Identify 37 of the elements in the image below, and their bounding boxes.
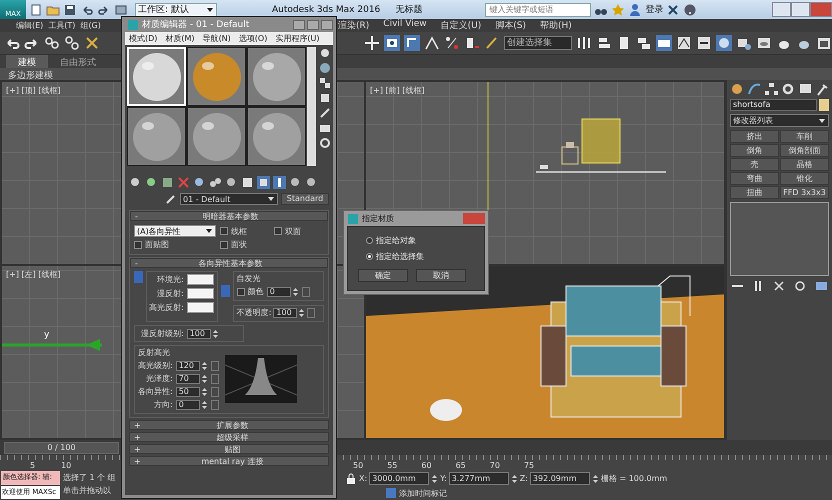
frame-number: 70 — [490, 461, 500, 470]
group-title: 自发光 — [236, 273, 262, 284]
frame-number: 60 — [421, 461, 432, 470]
current-frame-field: 0 / 100 — [4, 442, 119, 454]
window-title: Autodesk 3ds Max 2016 — [272, 4, 380, 14]
axis-label: Z: — [520, 474, 528, 483]
checkbox-label: 线框 — [231, 226, 247, 236]
color-label: 漫反射: — [157, 288, 184, 299]
field-label: 方向: — [154, 399, 173, 410]
checkbox-label: 面状 — [231, 239, 247, 250]
prompt-text: 单击并拖动以 — [63, 485, 112, 496]
frame-number: 55 — [387, 461, 398, 470]
group-title: 反射高光 — [138, 347, 171, 358]
field-label: 高光级别: — [138, 360, 173, 371]
radio-label: 指定给对象 — [376, 235, 416, 246]
color-label: 高光反射: — [149, 302, 184, 313]
checkbox-label: 双面 — [285, 226, 301, 236]
field-label: 各向异性: — [138, 386, 173, 397]
checkbox-label: 颜色 — [248, 286, 264, 297]
field-label: 不透明度: — [236, 307, 272, 318]
window-title: 材质编辑器 - 01 - Default — [142, 18, 250, 31]
grid-size: 栅格 = 100.0mm — [600, 473, 668, 484]
color-label: 环境光: — [157, 274, 184, 285]
radio-label: 指定给选择集 — [376, 251, 424, 262]
checkbox-label: 面贴图 — [145, 239, 169, 250]
frame-number: 5 — [30, 461, 36, 470]
frame-number: 10 — [61, 461, 72, 470]
selection-status: 选择了 1 个 组 — [63, 472, 117, 483]
field-label: 光泽度: — [146, 373, 173, 384]
frame-number: 75 — [524, 461, 534, 470]
frame-number: 65 — [456, 461, 466, 470]
file-name: 无标题 — [395, 4, 422, 16]
axis-label: X: — [359, 474, 368, 483]
frame-number: 50 — [353, 461, 364, 470]
field-label: 漫反射级别: — [141, 328, 184, 339]
axis-label: Y: — [440, 474, 447, 483]
axis-label: y — [44, 330, 50, 340]
